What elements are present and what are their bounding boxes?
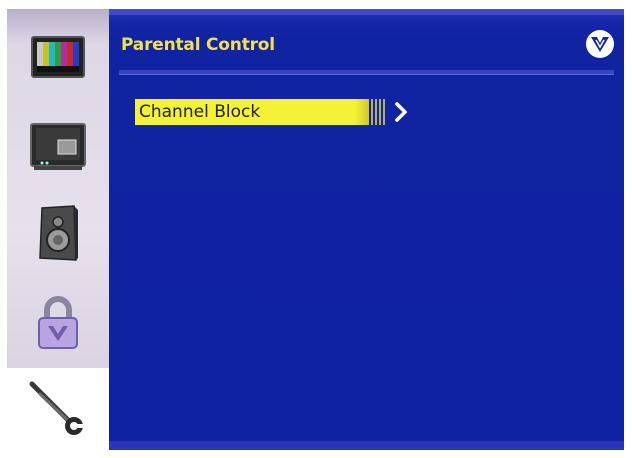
title-divider (119, 70, 614, 75)
padlock-icon (38, 296, 78, 349)
sidebar-item-setup[interactable] (7, 368, 109, 450)
menu-item-channel-block[interactable]: Channel Block (135, 99, 385, 125)
sidebar-item-input[interactable] (7, 106, 109, 188)
vizio-v-logo-icon (586, 30, 614, 58)
sidebar-item-audio[interactable] (7, 192, 109, 274)
sidebar (7, 9, 109, 450)
menu-panel: Parental Control Channel Block (109, 9, 624, 450)
wrench-tools-icon (29, 381, 86, 435)
highlight-fade (371, 99, 385, 125)
bottom-bar (109, 441, 624, 450)
page-title: Parental Control (121, 35, 275, 55)
monitor-pip-icon (30, 123, 86, 170)
chevron-right-icon[interactable] (395, 102, 407, 122)
tv-color-bars-icon (31, 36, 85, 78)
tv-osd-screen: Parental Control Channel Block (7, 9, 624, 450)
sidebar-item-picture[interactable] (7, 16, 109, 98)
menu-item-label: Channel Block (139, 102, 261, 122)
speaker-icon (39, 205, 78, 261)
sidebar-item-parental[interactable] (7, 282, 109, 364)
